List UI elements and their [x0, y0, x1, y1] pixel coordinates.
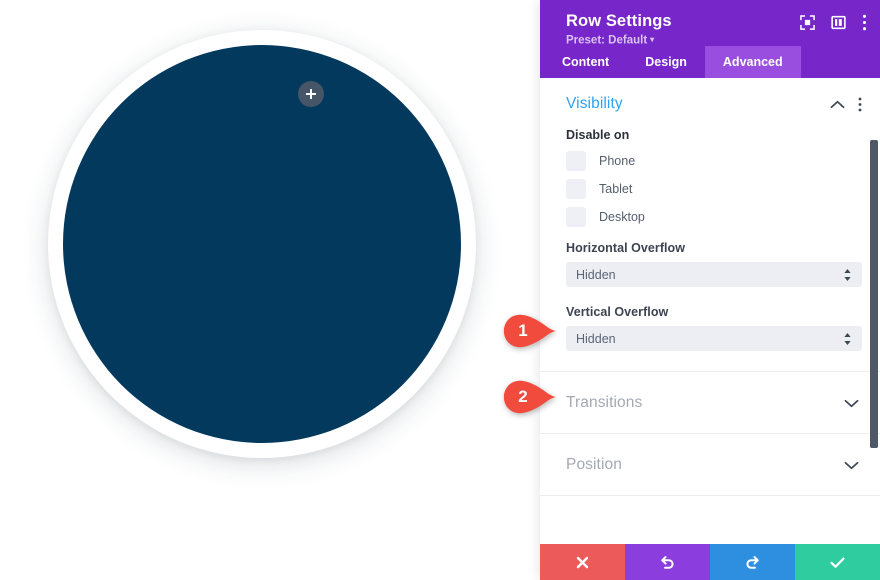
- save-button[interactable]: [795, 544, 880, 580]
- section-position-controls: [844, 461, 862, 470]
- select-arrows-icon: [843, 332, 852, 346]
- panel-body: Visibility Disable on Phone Tablet Deskt…: [540, 78, 880, 544]
- vertical-overflow-field: Vertical Overflow Hidden: [566, 305, 862, 351]
- checkbox-row-phone[interactable]: Phone: [566, 151, 862, 171]
- disable-on-label: Disable on: [566, 128, 630, 142]
- checkbox-phone[interactable]: [566, 151, 586, 171]
- vertical-overflow-label: Vertical Overflow: [566, 305, 669, 319]
- more-options-icon[interactable]: [862, 14, 867, 31]
- checkbox-tablet[interactable]: [566, 179, 586, 199]
- horizontal-overflow-field: Horizontal Overflow Hidden: [566, 241, 862, 287]
- expand-icon[interactable]: [800, 15, 815, 30]
- horizontal-overflow-select[interactable]: Hidden: [566, 262, 862, 287]
- checkbox-tablet-label: Tablet: [599, 182, 633, 196]
- chevron-down-icon: ▾: [650, 35, 655, 44]
- tab-advanced[interactable]: Advanced: [704, 46, 801, 78]
- cancel-button[interactable]: [540, 544, 625, 580]
- add-module-button[interactable]: [298, 81, 324, 107]
- checkbox-row-tablet[interactable]: Tablet: [566, 179, 862, 199]
- redo-icon: [746, 555, 759, 569]
- section-transitions: Transitions: [540, 372, 880, 434]
- select-arrows-icon: [843, 268, 852, 282]
- screen-root: Row Settings Preset: Default ▾ Content D…: [0, 0, 880, 580]
- section-transitions-title: Transitions: [566, 394, 643, 411]
- section-transitions-header[interactable]: Transitions: [540, 372, 880, 433]
- panel-footer: [540, 544, 880, 580]
- section-visibility-header[interactable]: Visibility: [540, 78, 880, 128]
- section-position-header[interactable]: Position: [540, 434, 880, 495]
- panel-scrollbar[interactable]: [870, 140, 878, 448]
- callout-pin-2: 2: [503, 380, 565, 414]
- chevron-down-icon[interactable]: [844, 399, 859, 408]
- undo-icon: [661, 555, 674, 569]
- preset-label: Preset: Default: [566, 34, 648, 47]
- redo-button[interactable]: [710, 544, 795, 580]
- section-visibility: Visibility Disable on Phone Tablet Deskt…: [540, 78, 880, 372]
- checkbox-desktop-label: Desktop: [599, 210, 645, 224]
- checkbox-desktop[interactable]: [566, 207, 586, 227]
- section-visibility-content: Disable on Phone Tablet Desktop Horizont…: [540, 128, 880, 371]
- panel-tabs: Content Design Advanced: [540, 46, 880, 78]
- horizontal-overflow-label: Horizontal Overflow: [566, 241, 686, 255]
- close-icon: [576, 556, 589, 568]
- plus-icon-vertical: [310, 89, 312, 99]
- check-icon: [830, 556, 845, 568]
- section-transitions-controls: [844, 399, 862, 408]
- row-circle-shape[interactable]: [48, 30, 476, 458]
- checkbox-phone-label: Phone: [599, 154, 636, 168]
- tab-content[interactable]: Content: [544, 46, 627, 78]
- chevron-up-icon[interactable]: [830, 100, 845, 109]
- chevron-down-icon[interactable]: [844, 461, 859, 470]
- panel-header: Row Settings Preset: Default ▾: [540, 0, 880, 48]
- row-settings-panel: Row Settings Preset: Default ▾ Content D…: [540, 0, 880, 580]
- checkbox-row-desktop[interactable]: Desktop: [566, 207, 862, 227]
- preset-selector[interactable]: Preset: Default ▾: [566, 34, 654, 48]
- section-visibility-title: Visibility: [566, 95, 623, 112]
- callout-pin-1: 1: [503, 314, 565, 348]
- undo-button[interactable]: [625, 544, 710, 580]
- section-position-title: Position: [566, 456, 622, 473]
- panel-header-icons: [800, 14, 867, 31]
- tab-design[interactable]: Design: [627, 46, 705, 78]
- section-position: Position: [540, 434, 880, 496]
- vertical-overflow-value: Hidden: [576, 331, 616, 346]
- vertical-overflow-select[interactable]: Hidden: [566, 326, 862, 351]
- layout-icon[interactable]: [831, 15, 846, 30]
- horizontal-overflow-value: Hidden: [576, 267, 616, 282]
- section-visibility-controls: [830, 97, 862, 112]
- builder-canvas: [0, 0, 540, 580]
- row-circle-fill: [63, 45, 461, 443]
- section-more-options-icon[interactable]: [858, 97, 862, 112]
